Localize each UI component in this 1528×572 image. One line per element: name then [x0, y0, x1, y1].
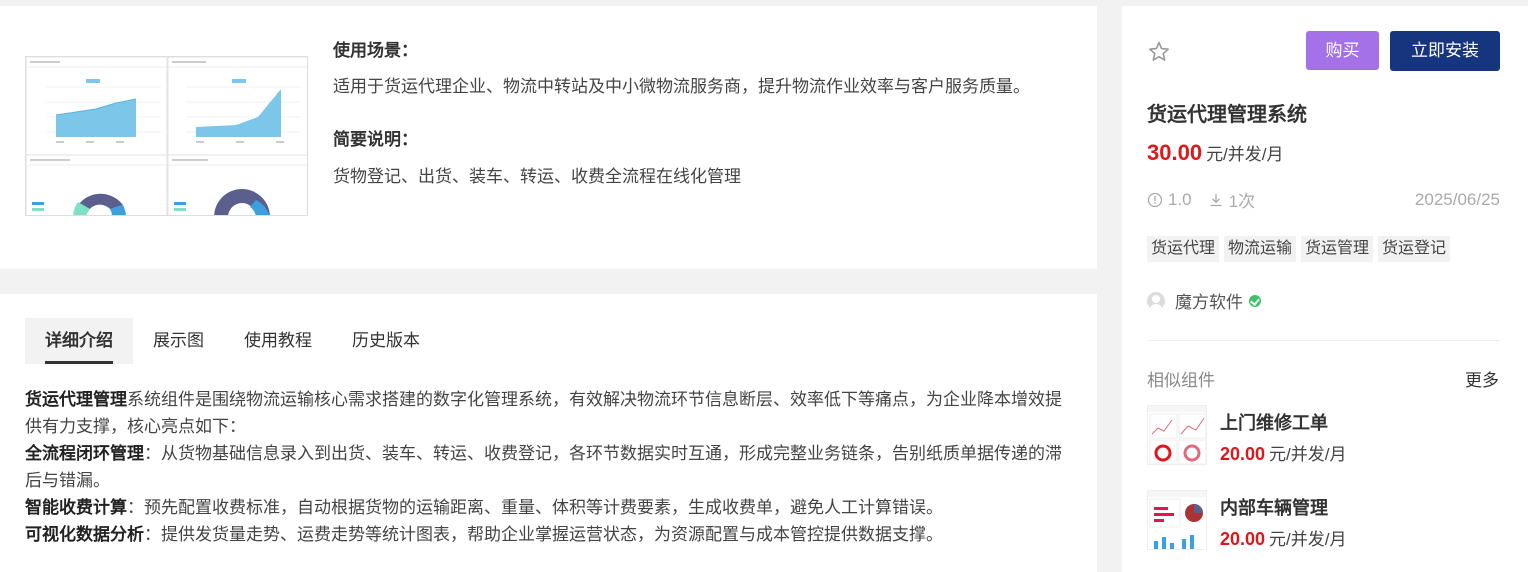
info-icon [1147, 192, 1163, 207]
intro-text: 系统组件是围绕物流运输核心需求搭建的数字化管理系统，有效解决物流环节信息断层、效… [25, 390, 1062, 436]
similar-preview-image [1148, 491, 1206, 549]
similar-item-title[interactable]: 上门维修工单 [1220, 409, 1328, 435]
install-button[interactable]: 立即安装 [1390, 31, 1500, 71]
detail-tabs: 详细介绍 展示图 使用教程 历史版本 [25, 318, 440, 364]
feature-text: ：预先配置收费标准，自动根据货物的运输距离、重量、体积等计费要素，生成收费单，避… [127, 498, 943, 517]
buy-button[interactable]: 购买 [1306, 31, 1379, 70]
similar-preview-image [1148, 406, 1206, 464]
favorite-star-icon[interactable] [1147, 40, 1171, 64]
usage-scene-text: 适用于货运代理企业、物流中转站及中小微物流服务商，提升物流作业效率与客户服务质量… [333, 77, 1030, 96]
feature-text: ：提供发货量走势、运费走势等统计图表，帮助企业掌握运营状态，为资源配置与成本管控… [144, 525, 943, 544]
preview-thumbnail[interactable] [25, 56, 308, 216]
tag[interactable]: 货运代理 [1147, 236, 1220, 262]
tag[interactable]: 货运管理 [1301, 236, 1374, 262]
feature-paragraph: 智能收费计算：预先配置收费标准，自动根据货物的运输距离、重量、体积等计费要素，生… [25, 494, 1070, 521]
divider [1147, 340, 1500, 341]
price-unit: 元/并发/月 [1269, 530, 1347, 549]
price-value: 30.00 [1147, 140, 1203, 165]
download-count: 1次 [1228, 192, 1256, 211]
feature-paragraph: 可视化数据分析：提供发货量走势、运费走势等统计图表，帮助企业掌握运营状态，为资源… [25, 521, 1070, 548]
feature-paragraph: 全流程闭环管理：从货物基础信息录入到出货、装车、转运、收费登记，各环节数据实时互… [25, 440, 1070, 494]
intro-paragraph: 货运代理管理系统组件是围绕物流运输核心需求搭建的数字化管理系统，有效解决物流环节… [25, 386, 1070, 440]
download-icon [1210, 193, 1222, 206]
feature-title: 智能收费计算 [25, 498, 127, 517]
avatar [1147, 291, 1165, 310]
price-unit: 元/并发/月 [1206, 145, 1284, 164]
intro-bold: 货运代理管理 [25, 390, 127, 409]
tab-screenshots[interactable]: 展示图 [133, 318, 224, 364]
download-info: 1次 [1208, 187, 1255, 212]
product-meta: 1.0 1次 2025/06/25 [1147, 187, 1500, 212]
feature-title: 可视化数据分析 [25, 525, 144, 544]
price-unit: 元/并发/月 [1269, 445, 1347, 464]
product-title: 货运代理管理系统 [1147, 104, 1307, 126]
similar-item-thumbnail[interactable] [1147, 490, 1207, 550]
similar-item-title[interactable]: 内部车辆管理 [1220, 494, 1328, 520]
verified-icon [1249, 294, 1261, 307]
price-value: 20.00 [1220, 529, 1266, 549]
tag[interactable]: 货运登记 [1378, 236, 1451, 262]
brief-text: 货物登记、出货、装车、转运、收费全流程在线化管理 [333, 167, 741, 186]
version-value: 1.0 [1168, 189, 1192, 209]
tag[interactable]: 物流运输 [1224, 236, 1297, 262]
tab-details[interactable]: 详细介绍 [25, 318, 133, 364]
feature-text: ：从货物基础信息录入到出货、装车、转运、收费登记，各环节数据实时互通，形成完整业… [25, 444, 1062, 490]
similar-item-thumbnail[interactable] [1147, 405, 1207, 465]
tag-list: 货运代理 物流运输 货运管理 货运登记 [1147, 236, 1455, 262]
publish-date: 2025/06/25 [1414, 189, 1500, 209]
dashboard-preview-image [26, 57, 307, 215]
product-price: 30.00 元/并发/月 [1147, 140, 1284, 166]
brief-heading: 简要说明： [333, 130, 418, 149]
vendor-name: 魔方软件 [1175, 293, 1243, 312]
detail-description: 货运代理管理系统组件是围绕物流运输核心需求搭建的数字化管理系统，有效解决物流环节… [25, 386, 1070, 548]
similar-item-price: 20.00 元/并发/月 [1220, 525, 1347, 550]
similar-heading: 相似组件 [1147, 371, 1215, 390]
version-info: 1.0 [1147, 190, 1192, 210]
similar-item-price: 20.00 元/并发/月 [1220, 440, 1347, 465]
tab-tutorial[interactable]: 使用教程 [224, 318, 332, 364]
more-link[interactable]: 更多 [1465, 366, 1499, 391]
feature-title: 全流程闭环管理 [25, 444, 144, 463]
usage-scene-heading: 使用场景： [333, 41, 418, 60]
vendor[interactable]: 魔方软件 [1147, 288, 1261, 313]
tab-history[interactable]: 历史版本 [332, 318, 440, 364]
price-value: 20.00 [1220, 444, 1266, 464]
